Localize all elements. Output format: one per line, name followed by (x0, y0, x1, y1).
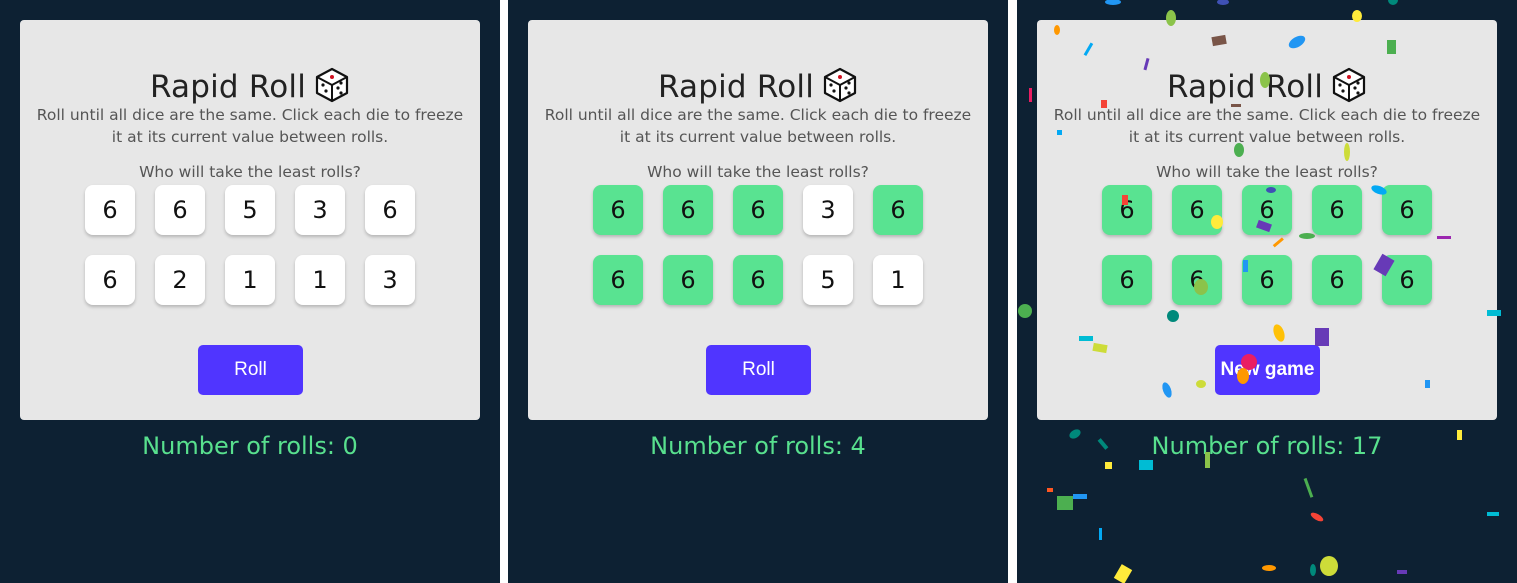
roll-count: Number of rolls: 0 (142, 432, 358, 460)
die[interactable]: 6 (1102, 185, 1152, 235)
game-card: Rapid Roll Roll until all dice are the s… (20, 20, 480, 420)
roll-count: Number of rolls: 4 (650, 432, 866, 460)
die[interactable]: 1 (225, 255, 275, 305)
die[interactable]: 1 (295, 255, 345, 305)
die[interactable]: 5 (803, 255, 853, 305)
die[interactable]: 1 (873, 255, 923, 305)
game-card: Rapid Roll Roll until all dice are the s… (1037, 20, 1497, 420)
game-question: Who will take the least rolls? (139, 163, 361, 181)
dice-row-bottom: 6 6 6 5 1 (593, 255, 933, 305)
game-panel-initial: Rapid Roll Roll until all dice are the s… (0, 0, 500, 583)
game-description: Roll until all dice are the same. Click … (544, 106, 972, 146)
dice-row-bottom: 6 6 6 6 6 (1102, 255, 1442, 305)
game-die-icon (823, 67, 857, 103)
game-title: Rapid Roll (20, 67, 480, 105)
game-card: Rapid Roll Roll until all dice are the s… (528, 20, 988, 420)
new-game-button[interactable]: New game (1215, 345, 1320, 395)
roll-count: Number of rolls: 17 (1151, 432, 1383, 460)
roll-button[interactable]: Roll (706, 345, 811, 395)
die[interactable]: 6 (593, 185, 643, 235)
game-panel-won: Rapid Roll Roll until all dice are the s… (1017, 0, 1517, 583)
die[interactable]: 6 (663, 255, 713, 305)
die[interactable]: 6 (1382, 255, 1432, 305)
die[interactable]: 6 (365, 185, 415, 235)
game-die-icon (315, 67, 349, 103)
die[interactable]: 3 (803, 185, 853, 235)
game-panel-in-progress: Rapid Roll Roll until all dice are the s… (508, 0, 1008, 583)
game-title: Rapid Roll (528, 67, 988, 105)
dice-row-top: 6 6 6 3 6 (593, 185, 933, 235)
die[interactable]: 5 (225, 185, 275, 235)
die[interactable]: 6 (1312, 185, 1362, 235)
game-question: Who will take the least rolls? (1156, 163, 1378, 181)
die[interactable]: 2 (155, 255, 205, 305)
die[interactable]: 6 (1242, 255, 1292, 305)
game-title: Rapid Roll (1037, 67, 1497, 105)
die[interactable]: 6 (1172, 255, 1222, 305)
die[interactable]: 3 (365, 255, 415, 305)
game-description: Roll until all dice are the same. Click … (36, 106, 464, 146)
game-question: Who will take the least rolls? (647, 163, 869, 181)
die[interactable]: 6 (1242, 185, 1292, 235)
die[interactable]: 6 (733, 185, 783, 235)
die[interactable]: 6 (1382, 185, 1432, 235)
dice-row-top: 6 6 5 3 6 (85, 185, 425, 235)
dice-row-bottom: 6 2 1 1 3 (85, 255, 425, 305)
die[interactable]: 6 (85, 185, 135, 235)
die[interactable]: 6 (1172, 185, 1222, 235)
die[interactable]: 6 (593, 255, 643, 305)
die[interactable]: 6 (155, 185, 205, 235)
game-die-icon (1332, 67, 1366, 103)
die[interactable]: 6 (85, 255, 135, 305)
dice-row-top: 6 6 6 6 6 (1102, 185, 1442, 235)
die[interactable]: 6 (1102, 255, 1152, 305)
die[interactable]: 3 (295, 185, 345, 235)
die[interactable]: 6 (1312, 255, 1362, 305)
game-description: Roll until all dice are the same. Click … (1053, 106, 1481, 146)
die[interactable]: 6 (873, 185, 923, 235)
die[interactable]: 6 (663, 185, 713, 235)
roll-button[interactable]: Roll (198, 345, 303, 395)
die[interactable]: 6 (733, 255, 783, 305)
